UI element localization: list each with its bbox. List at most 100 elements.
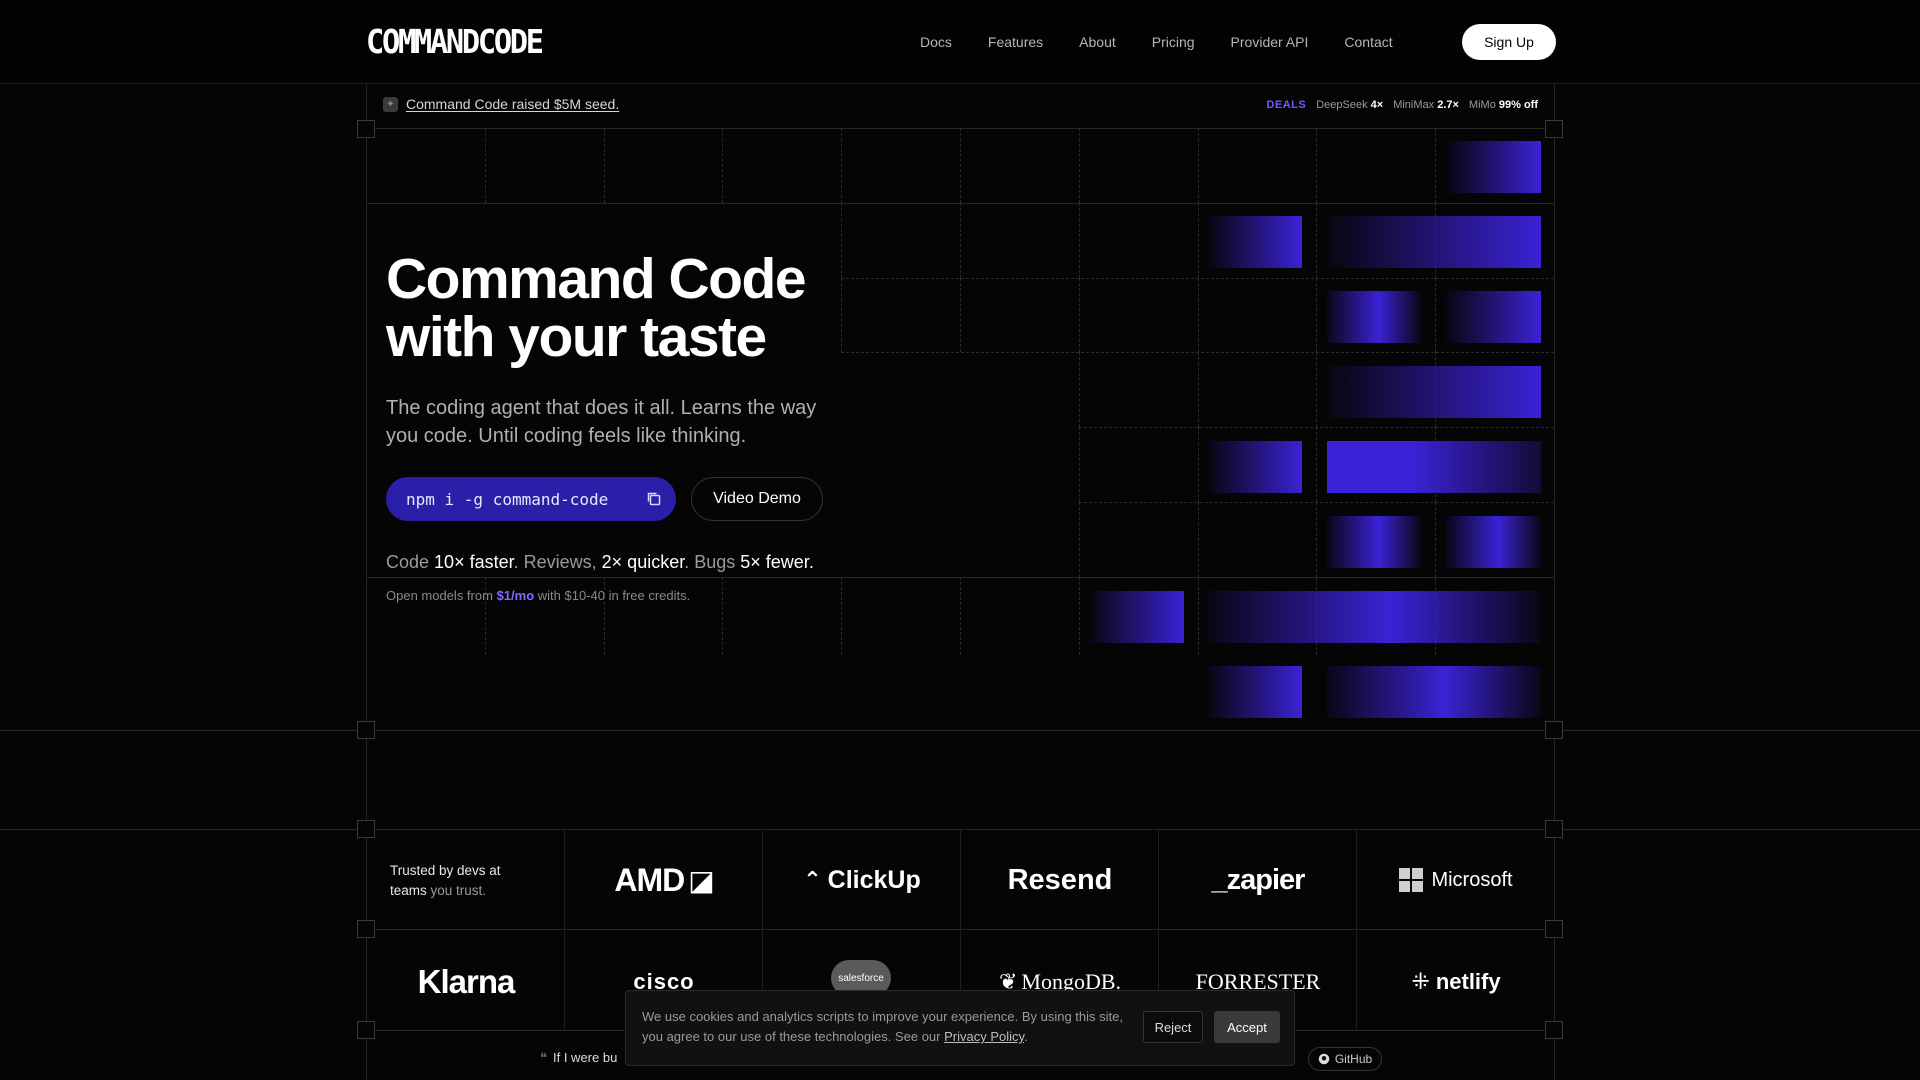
netlify-logo: ⁜ netlify [1411,969,1501,994]
grid-line [1435,502,1437,577]
microsoft-icon [1399,868,1424,892]
grid-line [1316,352,1318,428]
hero-tile [1447,141,1541,193]
copy-icon[interactable] [646,491,662,507]
frame-line [0,730,1920,731]
grid-line [1316,427,1318,502]
cookie-accept-button[interactable]: Accept [1214,1011,1280,1043]
github-icon [1318,1053,1330,1065]
nav-features[interactable]: Features [988,34,1043,50]
grid-line [1316,277,1318,353]
grid-line [1316,128,1318,203]
hero-stats: Code 10× faster. Reviews, 2× quicker. Bu… [386,552,814,572]
grid-line [960,576,961,655]
testimonial-strip: ❝ If I were bu [540,1050,618,1065]
amd-logo: AMD ◪ [614,861,714,898]
hero-tile [1327,516,1421,568]
trusted-by-text: Trusted by devs at teams you trust. [390,863,501,898]
grid-line [1078,576,1080,655]
hero-tile [1208,216,1302,268]
grid-line [1197,352,1199,428]
microsoft-logo: Microsoft [1357,862,1555,898]
frame-corner [357,1021,375,1039]
grid-line [1197,202,1199,278]
grid-line [1316,502,1318,577]
grid-line [1197,128,1199,203]
main-nav: Docs Features About Pricing Provider API… [920,0,1556,84]
grid-line [1435,128,1437,203]
hero-tile [1327,441,1541,493]
grid-line [960,128,961,203]
deal-minimax[interactable]: MiniMax 2.7× [1393,99,1459,111]
cookie-banner: We use cookies and analytics scripts to … [625,990,1295,1066]
grid-line [722,576,724,655]
clickup-logo: ⌃ ClickUp [803,865,921,894]
grid-line [1078,576,1554,578]
grid-line [841,128,843,203]
klarna-logo: Klarna [417,963,516,1000]
announcement-link[interactable]: Command Code raised $5M seed. [406,96,619,112]
grid-line [1078,128,1080,203]
deals-label: DEALS [1266,99,1307,111]
hero-title: Command Code with your taste [386,247,807,369]
nav-provider-api[interactable]: Provider API [1231,34,1309,50]
grid-line [722,128,724,203]
frame-corner [1545,721,1563,739]
deal-deepseek[interactable]: DeepSeek 4× [1316,99,1383,111]
grid-line [1078,352,1080,428]
hero-subtitle: The coding agent that does it all. Learn… [386,397,817,447]
grid-line [1197,576,1199,655]
quote-icon: ❝ [540,1050,547,1065]
frame-corner [357,120,375,138]
zapier-logo: _zapier [1211,863,1306,896]
nav-about[interactable]: About [1079,34,1116,50]
resend-logo: Resend [1007,863,1113,896]
open-models-note: Open models from $1/mo with $10-40 in fr… [386,588,691,603]
hero-tile [1090,591,1184,643]
nav-contact[interactable]: Contact [1344,34,1392,50]
frame-corner [1545,120,1563,138]
frame-corner [357,820,375,838]
frame-corner [1545,1021,1563,1039]
nav-pricing[interactable]: Pricing [1152,34,1195,50]
grid-line [1197,277,1199,353]
grid-line [1078,202,1080,278]
grid-line [1316,202,1318,278]
grid-line [1197,427,1199,502]
grid-line [484,128,486,203]
grid-line [960,277,961,353]
hero-tile [1327,366,1541,418]
hero-tile [1327,291,1421,343]
frame-corner [357,721,375,739]
hero-tile [1208,666,1302,718]
price-link[interactable]: $1/mo [497,588,535,603]
hero-tile [1446,516,1541,568]
frame-corner [1545,820,1563,838]
frame-corner [1545,920,1563,938]
hero-tile [1208,591,1541,643]
grid-line [960,202,961,278]
command-code-logo[interactable]: COMMANDCODE [366,24,544,60]
signup-button[interactable]: Sign Up [1462,24,1556,60]
grid-line [1078,427,1080,502]
cookie-text: We use cookies and analytics scripts to … [642,1009,1123,1044]
frame-corner [357,920,375,938]
install-command-text: npm i -g command-code [406,489,609,509]
grid-line [841,576,843,655]
hero-tile [1446,291,1541,343]
grid-line [1078,277,1080,353]
announcement-bar[interactable]: ✦ Command Code raised $5M seed. [383,96,619,112]
github-button[interactable]: GitHub [1308,1047,1382,1071]
sparkle-icon: ✦ [383,96,398,112]
privacy-policy-link[interactable]: Privacy Policy [944,1029,1024,1044]
video-demo-button[interactable]: Video Demo [691,477,823,521]
hero-tile [1327,666,1541,718]
cookie-reject-button[interactable]: Reject [1143,1011,1203,1043]
hero-tile [1208,441,1302,493]
grid-line [603,128,605,203]
site-header: COMMANDCODE Docs Features About Pricing … [0,0,1920,84]
deal-mimo[interactable]: MiMo 99% off [1469,99,1538,111]
grid-line [1078,502,1080,577]
install-command-button[interactable]: npm i -g command-code [386,477,676,521]
nav-docs[interactable]: Docs [920,34,952,50]
